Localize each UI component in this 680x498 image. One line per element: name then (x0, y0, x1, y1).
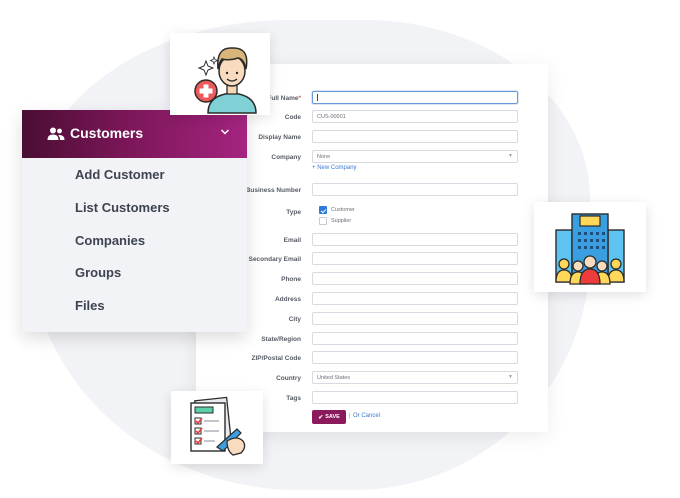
menu-item-add-customer[interactable]: Add Customer (75, 167, 165, 182)
document-illustration-tile (171, 391, 263, 464)
address-row: Address (196, 292, 548, 310)
company-building-icon (555, 213, 625, 285)
country-select-value: United States (317, 374, 351, 381)
display-name-row: Display Name (196, 130, 548, 148)
save-button[interactable]: ✔ SAVE (312, 410, 346, 424)
check-icon: ✔ (318, 414, 324, 421)
email-row: Email (196, 233, 548, 251)
tags-input[interactable] (312, 391, 518, 404)
business-number-row: Business Number (196, 183, 548, 201)
text-caret (317, 94, 318, 101)
code-input[interactable]: CUS-00001 (312, 110, 518, 123)
customers-menu: Customers Add Customer List Customers Co… (22, 110, 247, 332)
country-label: Country (276, 375, 301, 382)
company-select-value: None (317, 153, 331, 160)
zip-row: ZIP/Postal Code (196, 351, 548, 369)
cancel-link[interactable]: Or Cancel (353, 413, 380, 419)
customer-option-label: Customer (331, 207, 355, 213)
users-icon (47, 127, 65, 140)
menu-item-groups[interactable]: Groups (75, 265, 121, 280)
address-input[interactable] (312, 292, 518, 305)
country-row: Country United States ▼ (196, 371, 548, 389)
company-row: Company None ▼ (196, 150, 548, 168)
customer-checkbox[interactable] (319, 206, 327, 214)
chevron-down-icon: ▼ (508, 374, 513, 380)
supplier-option-label: Supplier (331, 218, 352, 224)
city-input[interactable] (312, 312, 518, 325)
plus-icon: + (312, 165, 316, 171)
company-select[interactable]: None ▼ (312, 150, 518, 163)
menu-item-list-customers[interactable]: List Customers (75, 200, 170, 215)
display-name-input[interactable] (312, 130, 518, 143)
new-company-label: New Company (317, 165, 357, 171)
email-input[interactable] (312, 233, 518, 246)
menu-item-companies[interactable]: Companies (75, 233, 145, 248)
secondary-email-row: Secondary Email (196, 252, 548, 270)
customer-avatar-icon (194, 47, 257, 114)
chevron-down-icon (220, 129, 230, 135)
city-row: City (196, 312, 548, 330)
secondary-email-input[interactable] (312, 252, 518, 265)
menu-item-files[interactable]: Files (75, 298, 105, 313)
supplier-checkbox[interactable] (319, 217, 327, 225)
new-company-link[interactable]: + New Company (312, 165, 357, 171)
full-name-input[interactable] (312, 91, 518, 104)
type-row: Type (196, 205, 548, 223)
required-mark: * (298, 95, 301, 102)
contract-document-icon (190, 396, 246, 456)
customer-illustration-tile (170, 33, 270, 115)
full-name-label: Full Name (267, 95, 299, 102)
state-row: State/Region (196, 332, 548, 350)
customers-menu-header[interactable]: Customers (22, 110, 247, 158)
save-label: SAVE (325, 414, 340, 420)
company-illustration-tile (534, 202, 646, 292)
business-number-input[interactable] (312, 183, 518, 196)
phone-input[interactable] (312, 272, 518, 285)
zip-input[interactable] (312, 351, 518, 364)
country-select[interactable]: United States ▼ (312, 371, 518, 384)
customers-menu-title: Customers (70, 125, 144, 141)
phone-row: Phone (196, 272, 548, 290)
button-separator: | (349, 413, 351, 419)
state-label: State/Region (261, 336, 301, 343)
zip-label: ZIP/Postal Code (251, 355, 301, 362)
state-input[interactable] (312, 332, 518, 345)
chevron-down-icon: ▼ (508, 153, 513, 159)
customer-form: Full Name* Code CUS-00001 Display Name C… (196, 64, 548, 432)
